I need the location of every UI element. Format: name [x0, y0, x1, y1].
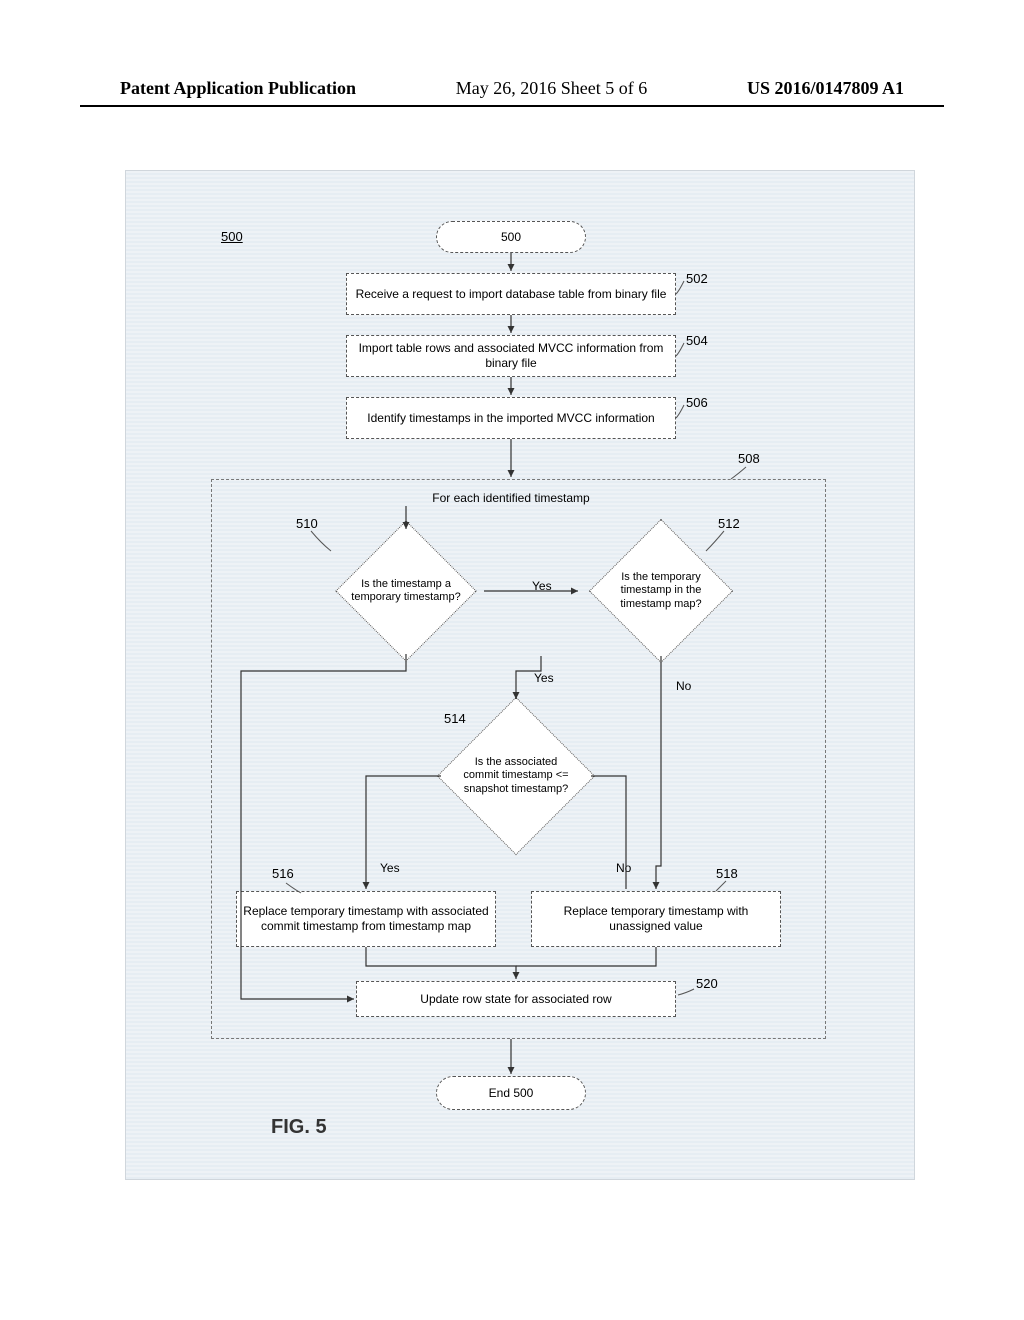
loop-title: For each identified timestamp [396, 491, 626, 505]
ref-510: 510 [296, 516, 318, 531]
process-502-text: Receive a request to import database tab… [356, 287, 667, 302]
process-502: Receive a request to import database tab… [346, 273, 676, 315]
figure-area: 500 500 Receive a request to import data… [125, 170, 915, 1180]
edge-yes-514: Yes [380, 861, 400, 875]
end-node: End 500 [436, 1076, 586, 1110]
edge-no-512: No [676, 679, 691, 693]
process-518: Replace temporary timestamp with unassig… [531, 891, 781, 947]
process-518-text: Replace temporary timestamp with unassig… [538, 904, 774, 934]
process-520-text: Update row state for associated row [420, 992, 611, 1007]
process-504-text: Import table rows and associated MVCC in… [353, 341, 669, 371]
ref-516: 516 [272, 866, 294, 881]
ref-502: 502 [686, 271, 708, 286]
ref-500-main: 500 [221, 229, 243, 244]
process-520: Update row state for associated row [356, 981, 676, 1017]
decision-514: Is the associated commit timestamp <= sn… [436, 696, 596, 856]
process-516-text: Replace temporary timestamp with associa… [243, 904, 489, 934]
header-rule [80, 105, 944, 107]
figure-label: FIG. 5 [271, 1116, 327, 1139]
ref-506: 506 [686, 395, 708, 410]
page-header: Patent Application Publication May 26, 2… [0, 78, 1024, 99]
header-center: May 26, 2016 Sheet 5 of 6 [456, 78, 647, 99]
header-left: Patent Application Publication [120, 78, 356, 99]
decision-512: Is the temporary timestamp in the timest… [576, 526, 746, 656]
decision-512-text: Is the temporary timestamp in the timest… [596, 571, 726, 611]
header-right: US 2016/0147809 A1 [747, 78, 904, 99]
decision-514-text: Is the associated commit timestamp <= sn… [456, 756, 576, 796]
edge-yes-512: Yes [534, 671, 554, 685]
decision-510: Is the timestamp a temporary timestamp? [326, 526, 486, 656]
edge-no-514: No [616, 861, 631, 875]
edge-yes-510: Yes [532, 579, 552, 593]
ref-518: 518 [716, 866, 738, 881]
process-506: Identify timestamps in the imported MVCC… [346, 397, 676, 439]
ref-508: 508 [738, 451, 760, 466]
process-504: Import table rows and associated MVCC in… [346, 335, 676, 377]
start-label: 500 [501, 230, 521, 245]
ref-504: 504 [686, 333, 708, 348]
process-506-text: Identify timestamps in the imported MVCC… [367, 411, 654, 426]
decision-510-text: Is the timestamp a temporary timestamp? [351, 578, 461, 604]
start-node: 500 [436, 221, 586, 253]
process-516: Replace temporary timestamp with associa… [236, 891, 496, 947]
ref-520: 520 [696, 976, 718, 991]
end-label: End 500 [489, 1086, 534, 1101]
